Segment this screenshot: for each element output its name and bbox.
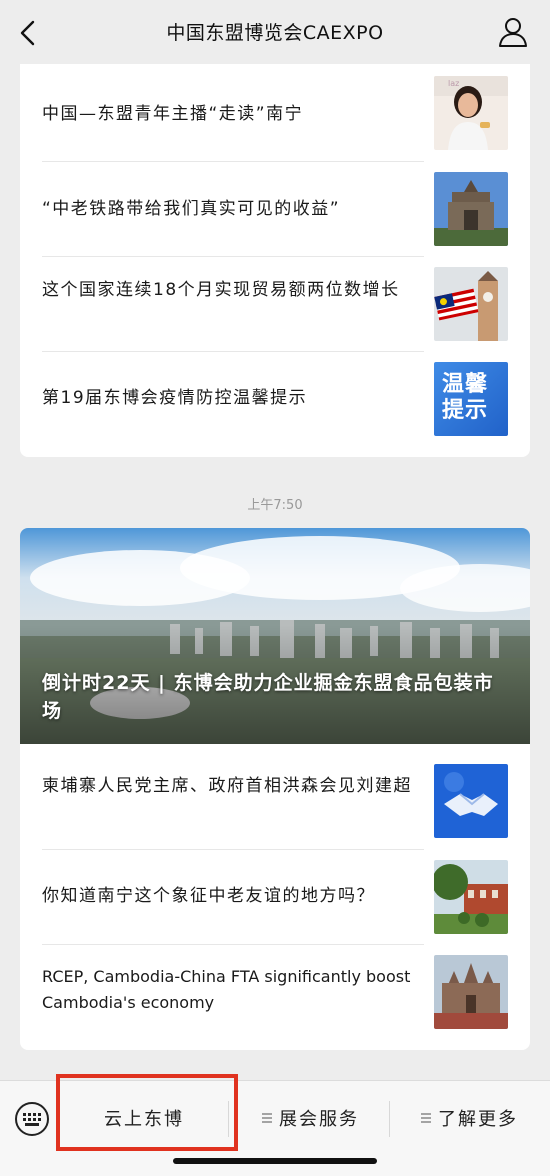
thumbnail-label: 温馨提示 [442,372,489,423]
article-title: 第19届东博会疫情防控温馨提示 [42,388,308,408]
article-title: 中国—东盟青年主播“走读”南宁 [42,104,304,124]
menu-learn-more[interactable]: 了解更多 [394,1095,544,1141]
monument-photo [434,172,508,246]
keyboard-icon[interactable] [14,1101,50,1137]
anchor-photo: laz [434,76,508,150]
handshake-photo [434,764,508,838]
page-title: 中国东盟博览会CAEXPO [166,22,384,44]
highlight-box [56,1074,238,1151]
home-indicator[interactable] [173,1158,377,1164]
garden-photo [434,860,508,934]
warm-tips-thumbnail: 温馨提示 [434,362,508,436]
svg-text:laz: laz [448,79,459,88]
article-item[interactable]: 柬埔寨人民党主席、政府首相洪森会见刘建超 [42,754,508,849]
menu-lines-icon [420,1108,432,1129]
article-title: RCEP, Cambodia-China FTA significantly b… [42,967,411,1012]
temple-photo [434,955,508,1029]
article-item[interactable]: RCEP, Cambodia-China FTA significantly b… [42,945,508,1040]
divider [389,1101,390,1137]
menu-lines-icon [261,1108,273,1129]
menu-label: 了解更多 [438,1109,518,1130]
article-item[interactable]: 第19届东博会疫情防控温馨提示 温馨提示 [42,352,508,447]
article-title: 这个国家连续18个月实现贸易额两位数增长 [42,280,400,300]
menu-exhibition-services[interactable]: 展会服务 [232,1095,388,1141]
article-title: 你知道南宁这个象征中老友谊的地方吗？ [42,886,375,906]
article-item[interactable]: 你知道南宁这个象征中老友谊的地方吗？ [42,850,508,945]
article-item[interactable]: “中老铁路带给我们真实可见的收益” [42,162,508,257]
article-group-1: 中国—东盟青年主播“走读”南宁 laz “中老铁路带给我们真实可见的收益” 这个… [20,64,530,457]
article-item[interactable]: 这个国家连续18个月实现贸易额两位数增长 [42,257,508,352]
hero-article[interactable]: 倒计时22天 | 东博会助力企业掘金东盟食品包装市场 [20,528,530,744]
message-timestamp: 上午7:50 [247,498,303,513]
article-title: “中老铁路带给我们真实可见的收益” [42,199,341,219]
menu-label: 展会服务 [279,1109,359,1130]
flag-clocktower-photo [434,267,508,341]
hero-title: 倒计时22天 | 东博会助力企业掘金东盟食品包装市场 [42,672,494,722]
user-icon[interactable] [498,16,528,48]
article-group-2: 倒计时22天 | 东博会助力企业掘金东盟食品包装市场 柬埔寨人民党主席、政府首相… [20,528,530,1050]
article-title: 柬埔寨人民党主席、政府首相洪森会见刘建超 [42,776,412,796]
top-bar: 中国东盟博览会CAEXPO [0,0,550,66]
article-item[interactable]: 中国—东盟青年主播“走读”南宁 laz [42,66,508,161]
